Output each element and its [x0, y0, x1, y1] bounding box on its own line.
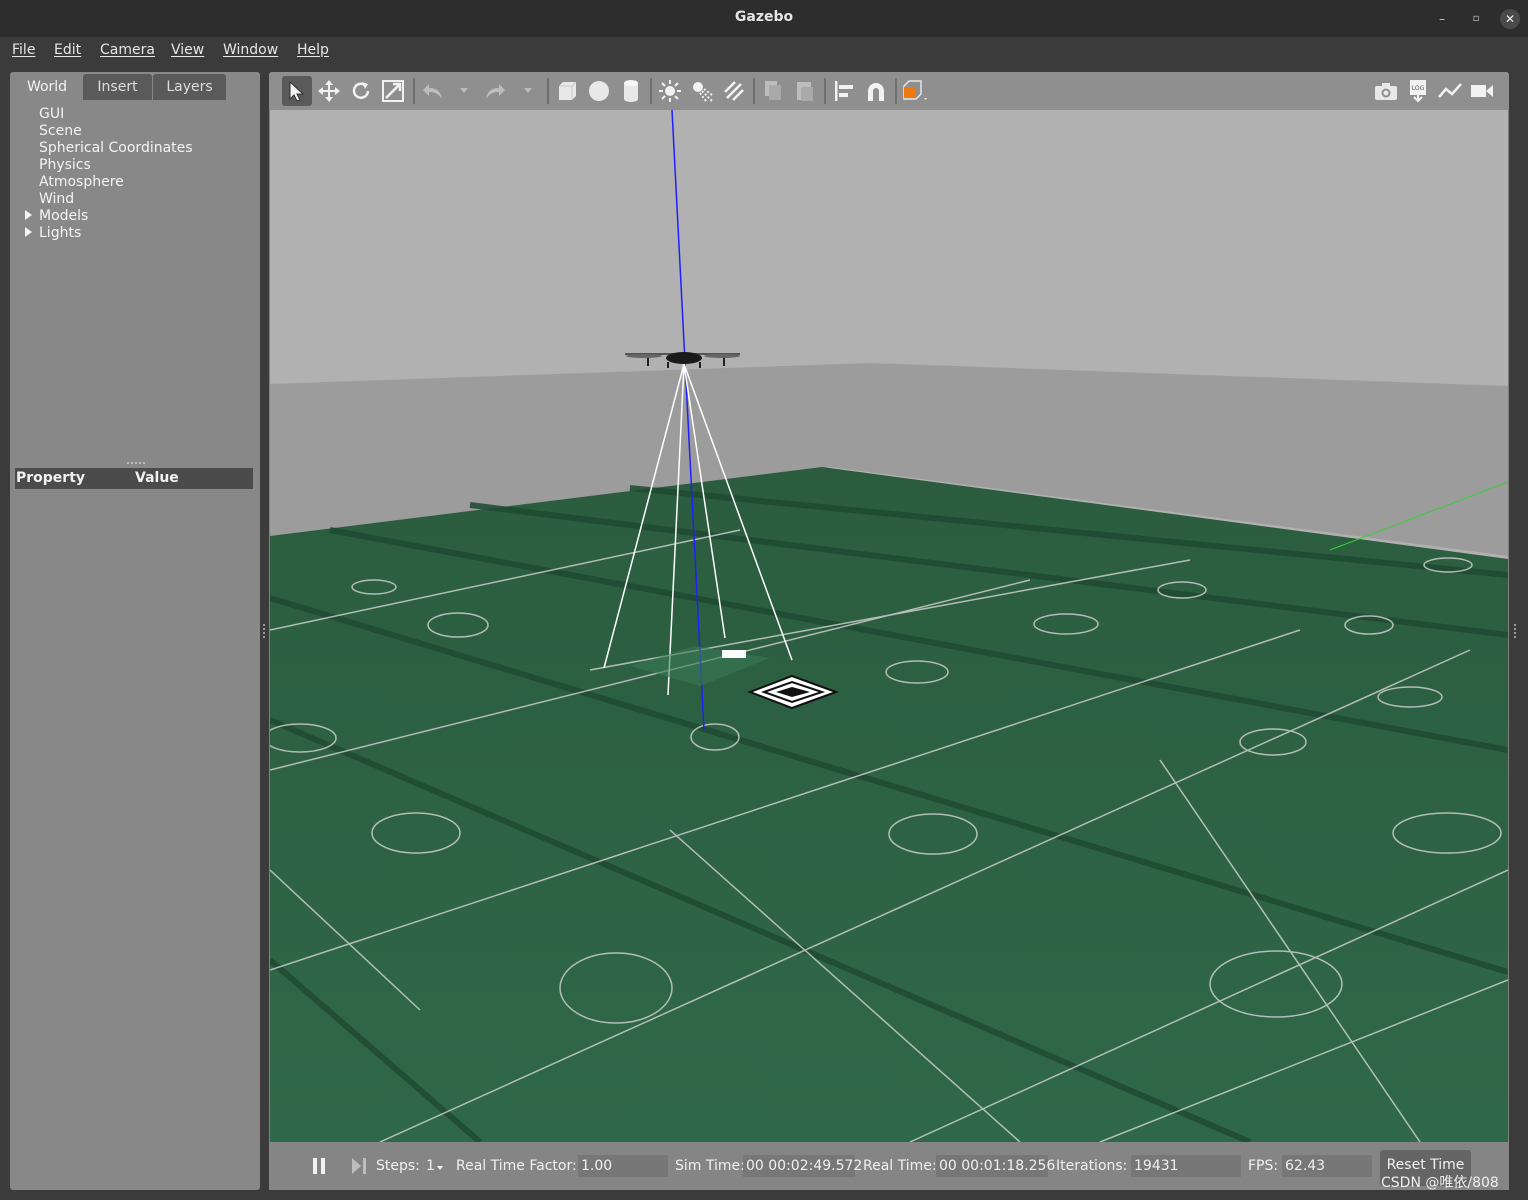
- spot-light-icon[interactable]: [687, 76, 717, 106]
- translate-mode-icon[interactable]: [314, 76, 344, 106]
- tree-item-atmosphere[interactable]: Atmosphere: [39, 174, 124, 191]
- redo-history-caret-icon[interactable]: [524, 88, 532, 93]
- box-icon[interactable]: [552, 76, 582, 106]
- fps-field: 62.43: [1282, 1155, 1372, 1177]
- view-angle-icon[interactable]: [900, 76, 930, 106]
- step-icon[interactable]: [351, 1158, 367, 1178]
- tree-item-scene[interactable]: Scene: [39, 123, 82, 140]
- iterations-label: Iterations:: [1056, 1158, 1128, 1174]
- property-table-header: Property Value: [15, 468, 253, 489]
- ground-plane: [270, 467, 1508, 1142]
- 3d-viewport[interactable]: [270, 110, 1508, 1142]
- record-video-icon[interactable]: [1467, 76, 1497, 106]
- toolbar-separator: [895, 78, 897, 104]
- undo-history-caret-icon[interactable]: [460, 88, 468, 93]
- value-column-header: Value: [135, 470, 179, 486]
- undo-icon[interactable]: [418, 76, 448, 106]
- real-time-field: 00 00:01:18.256: [936, 1155, 1055, 1177]
- menu-help[interactable]: Help: [297, 42, 329, 58]
- small-marker: [722, 650, 746, 658]
- redo-icon[interactable]: [480, 76, 510, 106]
- minimize-icon[interactable]: –: [1432, 9, 1452, 29]
- splitter-handle[interactable]: [127, 462, 145, 466]
- paste-icon[interactable]: [790, 76, 820, 106]
- rtf-field: 1.00: [578, 1155, 668, 1177]
- panel-splitter[interactable]: [263, 624, 265, 638]
- scene-render: [270, 110, 1508, 1142]
- panel-splitter-right[interactable]: [1514, 624, 1516, 638]
- menu-camera[interactable]: Camera: [100, 42, 155, 58]
- render-frame: LOG Steps: 1 Real Time Factor: 1.00 Sim …: [269, 72, 1509, 1190]
- log-icon[interactable]: LOG: [1403, 76, 1433, 106]
- plot-icon[interactable]: [1435, 76, 1465, 106]
- expand-arrow-icon[interactable]: [25, 227, 32, 237]
- toolbar-separator: [753, 78, 755, 104]
- close-icon[interactable]: ✕: [1500, 9, 1520, 29]
- toolbar: LOG: [269, 72, 1509, 110]
- toolbar-separator: [650, 78, 652, 104]
- tab-world[interactable]: World: [12, 74, 82, 100]
- tree-item-spherical-coordinates[interactable]: Spherical Coordinates: [39, 140, 193, 157]
- rotate-mode-icon[interactable]: [346, 76, 376, 106]
- title-bar: Gazebo – ▫ ✕: [0, 0, 1528, 37]
- snap-icon[interactable]: [861, 76, 891, 106]
- toolbar-separator: [413, 78, 415, 104]
- expand-arrow-icon[interactable]: [25, 210, 32, 220]
- fps-label: FPS:: [1248, 1158, 1279, 1174]
- maximize-icon[interactable]: ▫: [1466, 9, 1486, 29]
- align-icon[interactable]: [829, 76, 859, 106]
- tree-item-gui[interactable]: GUI: [39, 106, 64, 123]
- toolbar-separator: [547, 78, 549, 104]
- point-light-icon[interactable]: [655, 76, 685, 106]
- tree-item-physics[interactable]: Physics: [39, 157, 91, 174]
- tree-item-models[interactable]: Models: [39, 208, 88, 225]
- tab-insert[interactable]: Insert: [83, 74, 152, 100]
- watermark: CSDN @唯依/808: [1381, 1175, 1499, 1191]
- rtf-label: Real Time Factor:: [456, 1158, 577, 1174]
- window-title: Gazebo: [734, 9, 794, 25]
- steps-value[interactable]: 1: [426, 1158, 435, 1174]
- menu-view[interactable]: View: [171, 42, 204, 58]
- real-time-label: Real Time:: [863, 1158, 937, 1174]
- svg-text:LOG: LOG: [1412, 85, 1425, 92]
- sphere-icon[interactable]: [584, 76, 614, 106]
- menu-bar: File Edit Camera View Window Help: [0, 37, 1528, 65]
- property-column-header: Property: [16, 470, 86, 486]
- menu-file[interactable]: File: [12, 42, 35, 58]
- simulation-status-bar: Steps: 1 Real Time Factor: 1.00 Sim Time…: [269, 1142, 1509, 1190]
- tree-item-wind[interactable]: Wind: [39, 191, 74, 208]
- scale-mode-icon[interactable]: [378, 76, 408, 106]
- menu-window[interactable]: Window: [223, 42, 278, 58]
- tree-item-lights[interactable]: Lights: [39, 225, 81, 242]
- sim-time-field: 00 00:02:49.572: [743, 1155, 862, 1177]
- sim-time-label: Sim Time:: [675, 1158, 745, 1174]
- select-mode-icon[interactable]: [282, 76, 312, 106]
- menu-edit[interactable]: Edit: [54, 42, 81, 58]
- directional-light-icon[interactable]: [719, 76, 749, 106]
- tab-layers[interactable]: Layers: [153, 74, 226, 100]
- cylinder-icon[interactable]: [616, 76, 646, 106]
- toolbar-separator: [824, 78, 826, 104]
- iterations-field: 19431: [1131, 1155, 1241, 1177]
- world-panel: World Insert Layers GUI Scene Spherical …: [10, 72, 260, 1190]
- steps-label: Steps:: [376, 1158, 420, 1174]
- screenshot-icon[interactable]: [1371, 76, 1401, 106]
- gazebo-window: Gazebo – ▫ ✕ File Edit Camera View Windo…: [0, 0, 1528, 1200]
- steps-caret-icon[interactable]: [437, 1166, 443, 1170]
- copy-icon[interactable]: [758, 76, 788, 106]
- pause-icon[interactable]: [313, 1158, 327, 1174]
